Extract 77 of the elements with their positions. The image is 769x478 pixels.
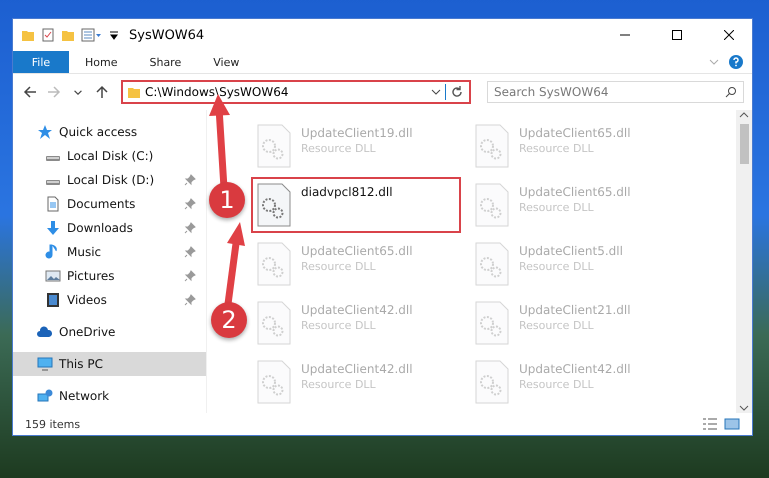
file-gear-icon [475,183,509,227]
sidebar-item[interactable]: This PC [13,352,206,376]
checklist-icon[interactable] [41,28,55,42]
scroll-thumb[interactable] [740,124,748,164]
sidebar-item[interactable]: Quick access [13,120,206,144]
file-type: Resource DLL [519,378,595,391]
drive-icon [45,178,61,186]
document-icon [45,196,61,212]
file-type: Resource DLL [519,319,595,332]
sidebar-item[interactable]: Network [13,384,206,408]
chevron-down-icon [74,90,82,94]
file-name: diadvpcl812.dll [301,185,393,199]
sidebar-item[interactable]: OneDrive [13,320,206,344]
sidebar-item[interactable]: Music [13,240,206,264]
file-gear-icon [475,360,509,404]
file-name: UpdateClient42.dll [301,303,413,317]
ribbon-tab[interactable]: Home [69,51,134,73]
ribbon-tab[interactable]: Share [133,51,198,73]
sidebar-item[interactable]: Downloads [13,216,206,240]
sidebar-item[interactable]: Documents [13,192,206,216]
file-gear-icon [257,124,291,168]
folder-icon [127,85,141,99]
chevron-down-icon[interactable] [431,87,441,97]
file-name: UpdateClient65.dll [519,126,631,140]
search-icon [725,86,737,98]
file-item[interactable]: diadvpcl812.dll [251,177,461,233]
maximize-icon [672,30,682,40]
folder-icon [21,28,35,42]
details-view-icon[interactable] [702,417,718,431]
chevron-up-icon[interactable] [739,110,749,120]
file-gear-icon [475,242,509,286]
file-name: UpdateClient65.dll [519,185,631,199]
file-gear-icon [475,301,509,345]
back-arrow-icon [23,85,37,99]
file-type: Resource DLL [301,378,377,391]
monitor-icon [37,356,53,372]
sidebar-item[interactable]: Local Disk (D:) [13,168,206,192]
sidebar-item[interactable]: Videos [13,288,206,312]
address-bar[interactable]: C:\Windows\SysWOW64 [121,80,471,104]
file-name: UpdateClient19.dll [301,126,413,140]
chevron-down-icon[interactable] [739,403,749,413]
scrollbar[interactable] [736,110,752,413]
file-name: UpdateClient42.dll [301,362,413,376]
file-name: UpdateClient65.dll [301,244,413,258]
file-name: UpdateClient21.dll [519,303,631,317]
close-icon [724,30,734,40]
file-type: Resource DLL [301,260,377,273]
network-icon [37,388,53,404]
forward-arrow-icon [47,85,61,99]
search-field[interactable]: Search SysWOW64 [487,81,744,103]
file-gear-icon [475,124,509,168]
sidebar-item[interactable]: Local Disk (C:) [13,144,206,168]
ribbon-tab[interactable]: File [13,51,69,73]
file-type: Resource DLL [301,142,377,155]
large-icons-view-icon[interactable] [724,417,740,431]
file-name: UpdateClient42.dll [519,362,631,376]
film-icon [45,292,61,308]
drive-icon [45,154,61,162]
file-type: Resource DLL [519,142,595,155]
file-type: Resource DLL [301,319,377,332]
file-type: Resource DLL [519,201,595,214]
file-gear-icon [257,360,291,404]
file-type: Resource DLL [519,260,595,273]
picture-icon [45,268,61,284]
file-gear-icon [257,242,291,286]
properties-icon[interactable] [81,28,103,42]
file-gear-icon [257,183,291,227]
up-arrow-icon [95,85,109,99]
file-gear-icon [257,301,291,345]
file-name: UpdateClient5.dll [519,244,623,258]
sidebar-item[interactable]: Pictures [13,264,206,288]
window-title: SysWOW64 [129,28,206,42]
cloud-icon [37,324,53,340]
star-icon [37,124,53,140]
ribbon-tab[interactable]: View [197,51,256,73]
down-arrow-icon [45,220,61,236]
item-count: 159 items [25,418,82,430]
